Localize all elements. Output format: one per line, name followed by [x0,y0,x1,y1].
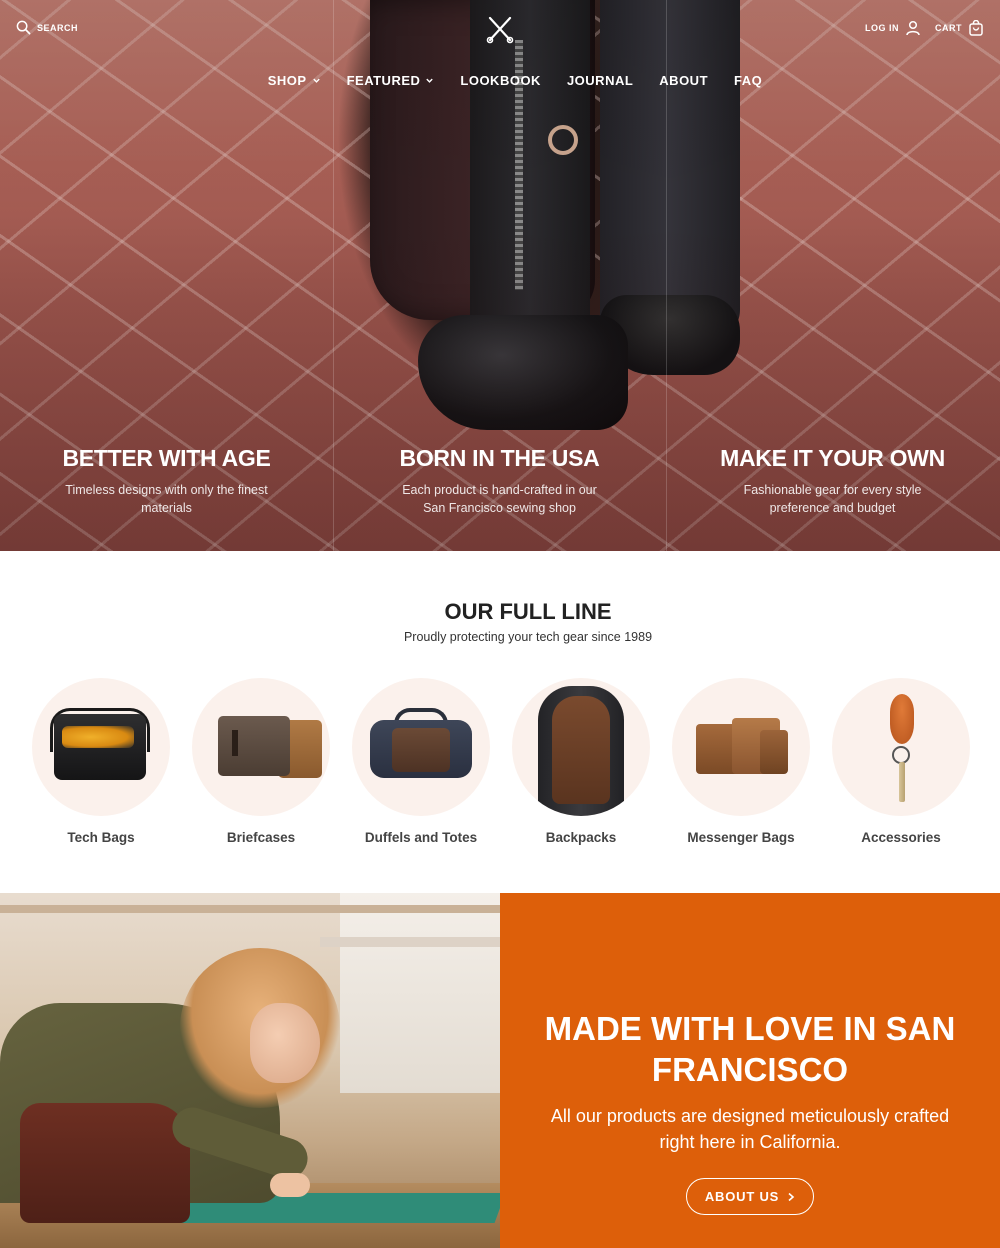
category-image[interactable] [832,678,970,816]
backpack-image [552,696,610,804]
key-fob-image [890,694,914,744]
nav-lookbook[interactable]: LOOKBOOK [460,70,541,90]
category-tech-bags[interactable]: Tech Bags [21,678,181,845]
hero-pillar-usa: BORN IN THE USA Each product is hand-cra… [333,445,666,517]
category-image[interactable] [192,678,330,816]
category-label[interactable]: Accessories [861,830,941,845]
pillar-title: BORN IN THE USA [399,445,600,471]
category-image[interactable] [32,678,170,816]
workshop-shelf [0,905,500,913]
briefcase-image [232,730,238,756]
cart-label: CART [935,23,962,33]
pillar-text: Fashionable gear for every style prefere… [743,483,922,515]
section-subtitle: Proudly protecting your tech gear since … [403,630,653,644]
chevron-down-icon [426,78,434,83]
hero-pillar-custom: MAKE IT YOUR OWN Fashionable gear for ev… [666,445,999,517]
category-label[interactable]: Backpacks [546,830,617,845]
about-text: All our products are designed meticulous… [550,1106,950,1152]
category-accessories[interactable]: Accessories [821,678,981,845]
cart-icon [969,20,983,36]
category-briefcases[interactable]: Briefcases [181,678,341,845]
full-line-section: OUR FULL LINE Proudly protecting your te… [0,551,1000,893]
search-label: SEARCH [37,22,79,33]
search-button[interactable]: SEARCH [16,20,78,35]
main-nav: SHOP FEATURED LOOKBOOK JOURNAL ABOUT FAQ [0,70,1000,90]
workshop-photo [0,893,500,1248]
user-icon [906,20,920,36]
cart-link[interactable]: CART [935,20,984,36]
category-image[interactable] [672,678,810,816]
login-label: LOG IN [865,23,899,33]
nav-featured[interactable]: FEATURED [347,70,435,90]
category-label[interactable]: Tech Bags [67,830,134,845]
category-image[interactable] [352,678,490,816]
nav-faq-label: FAQ [734,72,763,88]
workshop-shelf [320,937,500,947]
pillar-text: Each product is hand-crafted in our San … [402,483,597,515]
pillar-title: BETTER WITH AGE [62,445,271,471]
category-duffels-totes[interactable]: Duffels and Totes [341,678,501,845]
category-label[interactable]: Duffels and Totes [365,830,477,845]
nav-lookbook-label: LOOKBOOK [460,72,541,88]
category-list: Tech Bags Briefcases Duffels and Totes B… [21,678,981,845]
duffel-image [392,728,450,772]
nav-journal-label: JOURNAL [566,72,634,88]
nav-shop[interactable]: SHOP [268,70,321,90]
nav-faq[interactable]: FAQ [734,70,762,90]
about-us-label: ABOUT US [704,1189,780,1204]
workshop-window [340,893,500,1093]
nav-about[interactable]: ABOUT [659,70,708,90]
pillar-title: MAKE IT YOUR OWN [720,445,945,471]
craftsperson-face [250,1003,320,1083]
search-icon [16,20,31,35]
tech-bag-image [62,726,134,748]
account-links: LOG IN CART [859,20,984,36]
category-messenger-bags[interactable]: Messenger Bags [661,678,821,845]
crossed-needles-icon[interactable] [484,14,516,46]
chevron-right-icon [788,1192,795,1201]
hero-pillar-quality: BETTER WITH AGE Timeless designs with on… [0,445,333,517]
nav-about-label: ABOUT [659,72,709,88]
about-title: MADE WITH LOVE IN SAN FRANCISCO [544,1010,956,1088]
category-image[interactable] [512,678,650,816]
messenger-bag-image [760,730,788,774]
category-label[interactable]: Briefcases [227,830,295,845]
hero-banner: SEARCH LOG IN CART SHOP FEATURED LOOKBOO… [0,0,1000,551]
key-image [899,762,905,802]
nav-featured-label: FEATURED [346,72,421,88]
category-label[interactable]: Messenger Bags [687,830,794,845]
briefcase-image [218,716,290,776]
craftsperson-hand [270,1173,310,1197]
craftsperson-apron [20,1103,190,1223]
pillar-text: Timeless designs with only the finest ma… [65,483,268,515]
nav-shop-label: SHOP [267,72,307,88]
section-title: OUR FULL LINE [444,599,612,624]
about-us-button[interactable]: ABOUT US [686,1178,814,1215]
top-bar: SEARCH LOG IN CART [0,0,1000,60]
nav-journal[interactable]: JOURNAL [567,70,633,90]
login-link[interactable]: LOG IN [865,20,921,36]
about-section: MADE WITH LOVE IN SAN FRANCISCO All our … [500,893,1000,1248]
category-backpacks[interactable]: Backpacks [501,678,661,845]
chevron-down-icon [312,78,320,83]
